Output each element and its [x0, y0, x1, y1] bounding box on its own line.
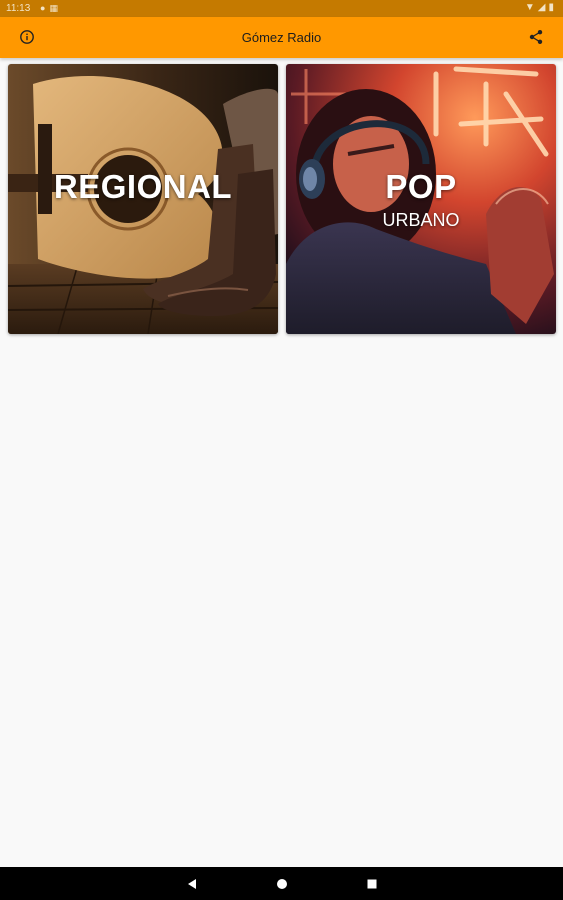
nav-home-button[interactable] — [275, 877, 289, 891]
status-bar: 11:13 ●▦ ▼◢▮ — [0, 0, 563, 17]
signal-icon: ◢ — [537, 2, 549, 13]
station-label-pop: POP — [385, 168, 457, 205]
app-bar: Gómez Radio — [0, 17, 563, 58]
status-left-icons: ●▦ — [40, 3, 62, 14]
share-button[interactable] — [528, 29, 544, 45]
station-label-regional: REGIONAL — [53, 168, 233, 205]
battery-icon: ▮ — [548, 2, 557, 13]
app-title: Gómez Radio — [241, 30, 322, 45]
status-time: 11:13 — [6, 3, 31, 14]
share-icon — [529, 30, 543, 44]
home-icon — [277, 879, 287, 889]
back-icon — [188, 879, 196, 889]
sd-card-icon: ▦ — [49, 3, 62, 13]
recents-icon — [367, 879, 377, 889]
nav-back-button[interactable] — [185, 877, 199, 891]
nav-recents-button[interactable] — [365, 877, 379, 891]
station-sublabel-urbano: URBANO — [382, 210, 460, 230]
system-nav-bar — [0, 867, 563, 900]
station-card-pop-urbano[interactable]: POP URBANO — [286, 64, 556, 334]
status-right-icons: ▼◢▮ — [525, 2, 557, 13]
wifi-icon: ▼ — [524, 2, 538, 13]
station-card-regional[interactable]: REGIONAL — [8, 64, 278, 334]
